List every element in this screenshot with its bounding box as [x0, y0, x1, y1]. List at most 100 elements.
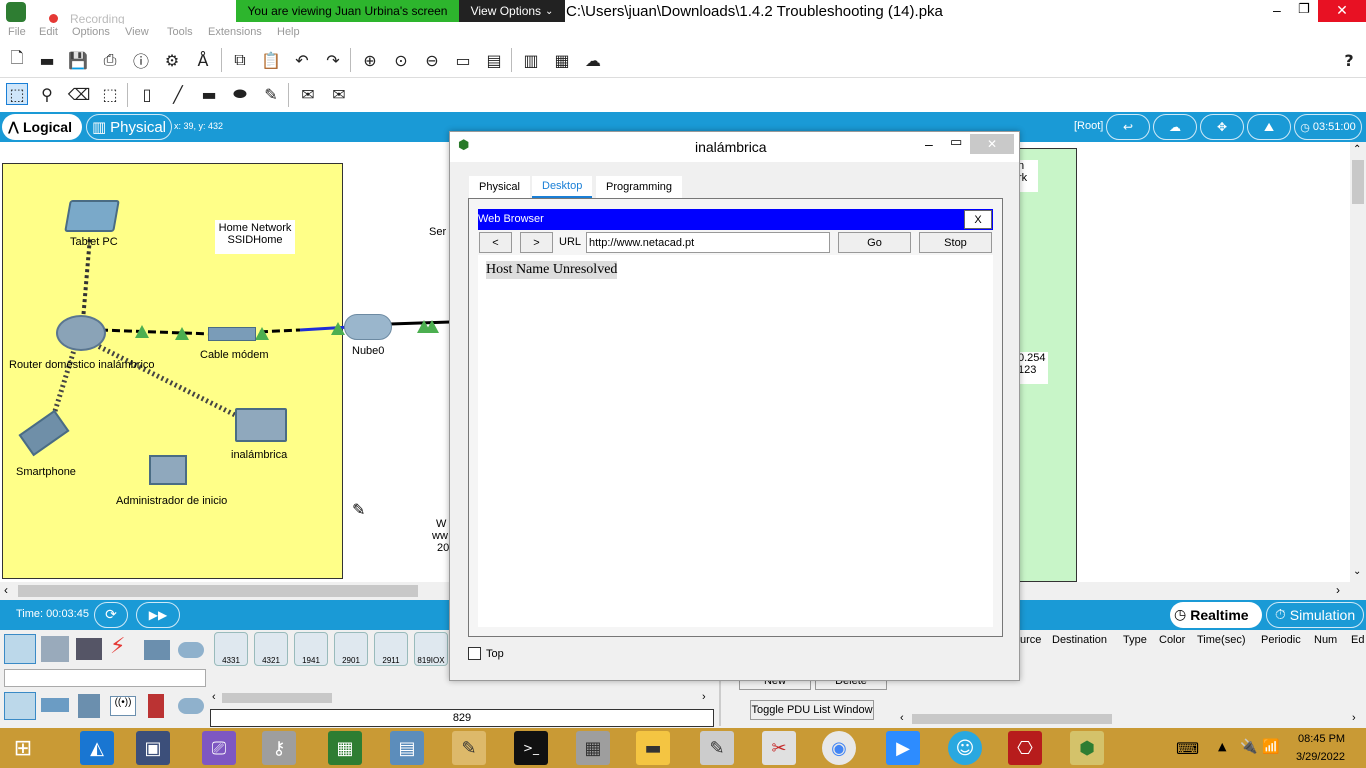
scroll-right-icon[interactable]: ›	[1336, 583, 1340, 597]
reset-time-icon[interactable]: ⟳	[94, 602, 128, 628]
dialog-close-button[interactable]: ✕	[970, 134, 1014, 154]
snipping-tool-icon[interactable]: ✂	[762, 731, 796, 765]
cloud-icon[interactable]: ☁	[582, 49, 604, 71]
home-network-note[interactable]: Home Network SSIDHome	[215, 220, 295, 254]
root-label[interactable]: [Root]	[1074, 120, 1103, 132]
start-icon[interactable]: ⊞	[6, 731, 40, 765]
shark-app-icon[interactable]: ◭	[80, 731, 114, 765]
tab-programming[interactable]: Programming	[596, 176, 683, 198]
subcategory-routers-icon[interactable]	[4, 692, 36, 720]
activity-wizard-icon[interactable]: Å	[192, 49, 214, 71]
minimize-button[interactable]: –	[1273, 2, 1281, 18]
scroll-up-icon[interactable]: ⌃	[1353, 144, 1361, 155]
menu-help[interactable]: Help	[277, 26, 300, 38]
zoom-reset-icon[interactable]: ⊙	[390, 49, 412, 71]
category-network-icon[interactable]	[4, 634, 36, 664]
logical-tab[interactable]: ⋀ Logical	[2, 114, 82, 140]
freeform-icon[interactable]: ✎	[260, 83, 282, 105]
browser-back-button[interactable]: <	[479, 232, 512, 253]
back-nav-icon[interactable]: ↩	[1106, 114, 1150, 140]
select-icon[interactable]: ⬚	[6, 83, 28, 105]
v-scroll-thumb[interactable]	[1352, 160, 1364, 204]
category-components-icon[interactable]	[76, 638, 102, 660]
category-multiuser-icon[interactable]	[178, 642, 204, 658]
line-icon[interactable]: ╱	[167, 83, 189, 105]
palette-icon[interactable]: ▤	[483, 49, 505, 71]
cloud-device-icon[interactable]	[344, 314, 392, 340]
zoom-app-icon[interactable]: ▶	[886, 731, 920, 765]
pdf-app-icon[interactable]: ⎔	[1008, 731, 1042, 765]
subcategory-hubs-icon[interactable]	[78, 694, 100, 718]
pc-icon[interactable]	[149, 455, 187, 485]
taskbar-time[interactable]: 08:45 PM	[1298, 733, 1345, 745]
support-app-icon[interactable]: ☺	[948, 731, 982, 765]
signal-icon[interactable]: 📶	[1262, 739, 1279, 755]
fast-forward-icon[interactable]: ▶▶	[136, 602, 180, 628]
rectangle-icon[interactable]: ▬	[198, 83, 220, 105]
tray-expand-icon[interactable]: ▲	[1218, 740, 1226, 753]
router-model-4321[interactable]: 4321	[254, 632, 288, 666]
print-icon[interactable]: ⎙	[99, 49, 121, 71]
add-pdu-icon[interactable]: ✉	[297, 83, 319, 105]
category-end-devices-icon[interactable]	[41, 636, 69, 662]
menu-view[interactable]: View	[125, 26, 149, 38]
new-cluster-icon[interactable]: ☁	[1153, 114, 1197, 140]
terminal-icon[interactable]: >_	[514, 731, 548, 765]
complex-pdu-icon[interactable]: ✉	[328, 83, 350, 105]
chart-app-icon[interactable]: ▦	[328, 731, 362, 765]
scroll-down-icon[interactable]: ⌄	[1353, 566, 1361, 577]
h-scroll-thumb[interactable]	[18, 585, 418, 597]
info-icon[interactable]: ⓘ	[130, 49, 152, 71]
physical-tab[interactable]: ▥ Physical	[86, 114, 172, 140]
notes-icon[interactable]: ▥	[520, 49, 542, 71]
help-icon[interactable]: ?	[1338, 49, 1360, 71]
laptop-icon[interactable]	[235, 408, 287, 442]
tab-desktop[interactable]: Desktop	[532, 176, 593, 198]
subcategory-security-icon[interactable]	[148, 694, 164, 718]
open-folder-icon[interactable]: ▬	[36, 49, 58, 71]
dialog-maximize-button[interactable]: ▭	[950, 135, 962, 150]
menu-options[interactable]: Options	[72, 26, 110, 38]
view-options-button[interactable]: View Options ⌄	[459, 0, 565, 22]
paste-icon[interactable]: 📋	[260, 49, 282, 71]
menu-file[interactable]: File	[8, 26, 26, 38]
resize-icon[interactable]: ⬚	[99, 83, 121, 105]
router-model-2901[interactable]: 2901	[334, 632, 368, 666]
keyboard-icon[interactable]: ⌨	[1176, 739, 1199, 758]
virtualbox-icon[interactable]: ▣	[136, 731, 170, 765]
dialog-minimize-button[interactable]: –	[925, 136, 933, 152]
search-icon[interactable]: ⚲	[36, 83, 58, 105]
browser-close-button[interactable]: X	[964, 210, 992, 229]
cable-modem-icon[interactable]	[208, 327, 256, 341]
stop-button[interactable]: Stop	[919, 232, 992, 253]
network-app-icon[interactable]: ⎚	[202, 731, 236, 765]
new-file-icon[interactable]: 🗋	[6, 48, 28, 71]
power-icon[interactable]: 🔌	[1240, 739, 1257, 755]
viewport-clock[interactable]: ◷ 03:51:00	[1294, 114, 1362, 140]
network-info-icon[interactable]: ⚙	[161, 49, 183, 71]
redo-icon[interactable]: ↷	[322, 49, 344, 71]
browser-content[interactable]: Host Name Unresolved	[478, 255, 993, 627]
go-button[interactable]: Go	[838, 232, 911, 253]
url-input[interactable]	[586, 232, 830, 253]
close-button[interactable]: ✕	[1318, 0, 1366, 22]
monitor-app-icon[interactable]: ▤	[390, 731, 424, 765]
packet-tracer-icon[interactable]: ⬢	[1070, 731, 1104, 765]
background-icon[interactable]: ⛰	[1247, 114, 1291, 140]
menu-extensions[interactable]: Extensions	[208, 26, 262, 38]
top-checkbox[interactable]	[468, 647, 481, 660]
toggle-pdu-list-button[interactable]: Toggle PDU List Window	[750, 700, 874, 720]
ellipse-icon[interactable]: ⬬	[229, 83, 251, 105]
menu-tools[interactable]: Tools	[167, 26, 193, 38]
save-icon[interactable]: 💾	[67, 49, 89, 71]
window-icon[interactable]: ▭	[452, 49, 474, 71]
chrome-icon[interactable]: ◉	[822, 731, 856, 765]
menu-edit[interactable]: Edit	[39, 26, 58, 38]
move-object-icon[interactable]: ✥	[1200, 114, 1244, 140]
router-model-1941[interactable]: 1941	[294, 632, 328, 666]
router-model-4331[interactable]: 4331	[214, 632, 248, 666]
pdu-list-scrollbar[interactable]: ‹ ›	[896, 712, 1366, 726]
router-model-2911[interactable]: 2911	[374, 632, 408, 666]
category-connections-icon[interactable]: ⚡	[110, 634, 125, 659]
zoom-in-icon[interactable]: ⊕	[359, 49, 381, 71]
